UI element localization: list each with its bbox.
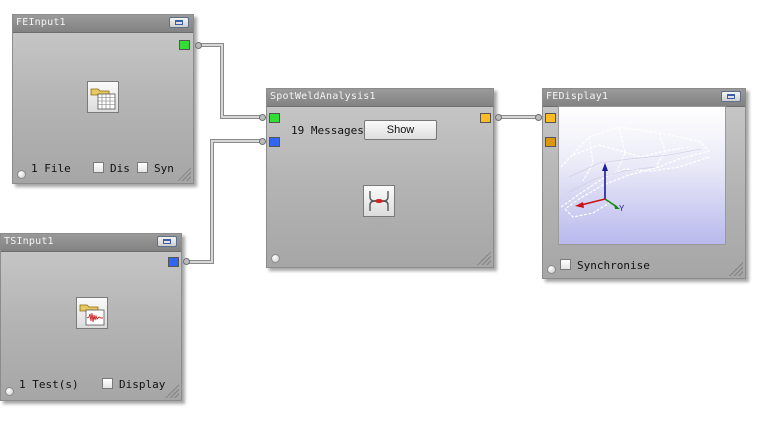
ts-input-port[interactable]	[269, 137, 280, 147]
folder-signal-icon[interactable]	[76, 297, 108, 329]
fe-input-file-count: 1 File	[31, 162, 71, 175]
resize-grip[interactable]	[177, 167, 191, 181]
spotweld-title: SpotWeldAnalysis1	[270, 91, 376, 102]
message-count: 19 Messages	[291, 124, 364, 137]
display-secondary-port[interactable]	[545, 137, 556, 147]
fe-input-sync-label: Sync	[154, 162, 174, 175]
node-corner-dot	[547, 265, 556, 274]
ts-input-title: TSInput1	[4, 236, 54, 247]
analysis-icon[interactable]	[363, 185, 395, 217]
fe-mesh-model: Y	[560, 126, 711, 218]
show-messages-button[interactable]: Show	[364, 120, 437, 140]
ts-input-display-label: Display	[119, 378, 166, 391]
folder-grid-icon[interactable]	[87, 81, 119, 113]
fe-input-title: FEInput1	[16, 17, 66, 28]
node-corner-dot	[5, 387, 14, 396]
fe-display-input-connector	[535, 114, 542, 121]
ts-input-test-count: 1 Test(s)	[19, 378, 79, 391]
spotweld-titlebar[interactable]: SpotWeldAnalysis1	[267, 89, 493, 107]
ts-input-display-checkbox[interactable]	[102, 378, 113, 389]
ts-output-connector	[183, 258, 190, 265]
restore-window-icon[interactable]	[169, 17, 189, 28]
resize-grip[interactable]	[477, 251, 491, 265]
fe-display-synchronise-checkbox[interactable]	[560, 259, 571, 270]
result-output-port[interactable]	[480, 113, 491, 123]
resize-grip[interactable]	[165, 384, 179, 398]
fe-input-port[interactable]	[269, 113, 280, 123]
wire-feinput-to-spotweld	[200, 43, 263, 119]
wire-tsinput-to-spotweld	[186, 139, 263, 264]
fe-input-display-checkbox[interactable]	[93, 162, 104, 173]
fe-display-node[interactable]: FEDisplay1 Y Synchronise	[542, 88, 746, 279]
axis-y-label: Y	[619, 204, 625, 213]
spotweld-fe-connector	[259, 114, 266, 121]
fe-display-synchronise-label: Synchronise	[577, 259, 650, 272]
node-corner-dot	[17, 170, 26, 179]
spotweld-analysis-node[interactable]: SpotWeldAnalysis1 19 Messages Show	[266, 88, 494, 268]
fe-output-connector	[195, 42, 202, 49]
fe-input-node[interactable]: FEInput1 1 File Dis Sync	[12, 14, 194, 184]
ts-output-port[interactable]	[168, 257, 179, 267]
ts-input-node[interactable]: TSInput1 1 Test(s) Display	[0, 233, 182, 401]
fe-output-port[interactable]	[179, 40, 190, 50]
spotweld-ts-connector	[259, 138, 266, 145]
fe-input-sync-checkbox[interactable]	[137, 162, 148, 173]
restore-window-icon[interactable]	[721, 91, 741, 102]
display-input-port[interactable]	[545, 113, 556, 123]
fe-input-display-label: Dis	[110, 162, 130, 175]
fe-display-titlebar[interactable]: FEDisplay1	[543, 89, 745, 107]
fe-input-titlebar[interactable]: FEInput1	[13, 15, 193, 33]
resize-grip[interactable]	[729, 262, 743, 276]
fe-model-viewport[interactable]: Y	[558, 106, 726, 245]
restore-window-icon[interactable]	[157, 236, 177, 247]
ts-input-titlebar[interactable]: TSInput1	[1, 234, 181, 252]
fe-display-title: FEDisplay1	[546, 91, 609, 102]
spotweld-output-connector	[495, 114, 502, 121]
node-corner-dot	[271, 254, 280, 263]
